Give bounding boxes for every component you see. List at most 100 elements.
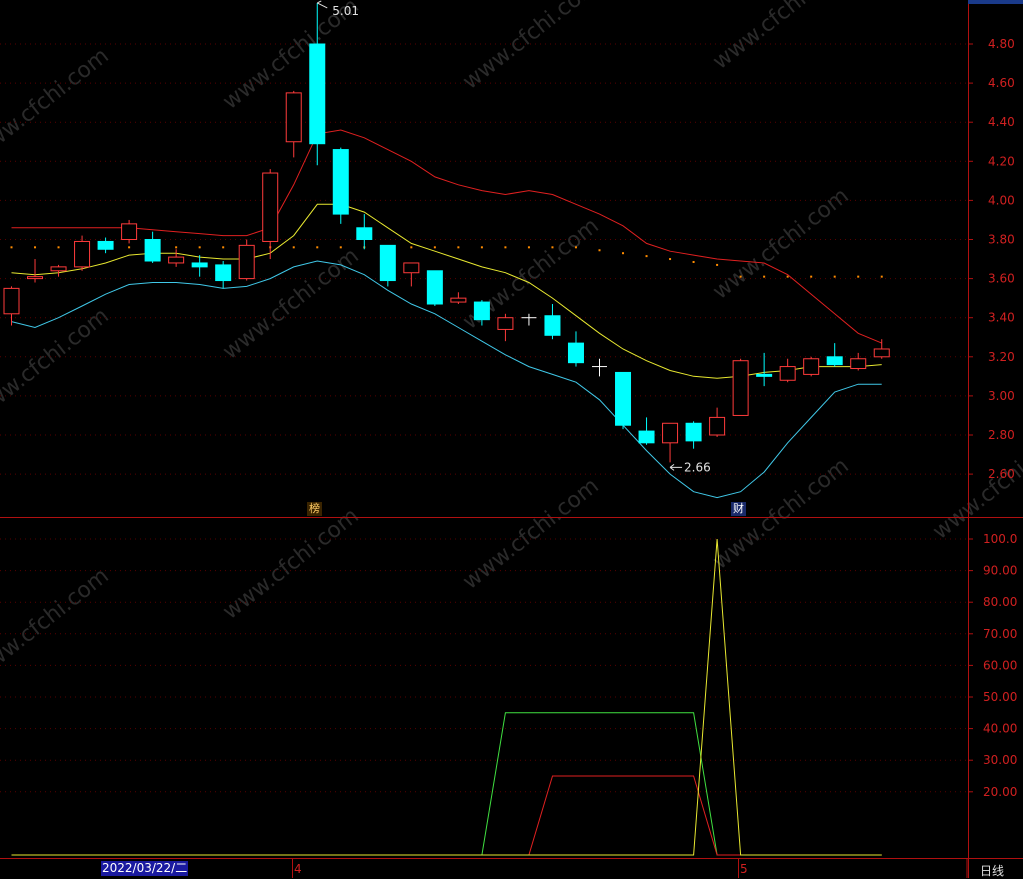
band-line	[11, 129, 882, 344]
candle-body	[215, 264, 232, 282]
y-tick-label: 100.0	[983, 532, 1017, 546]
candle-body	[873, 348, 890, 358]
y-tick-label: 4.00	[988, 193, 1015, 207]
level-dot	[786, 275, 789, 278]
candle	[285, 90, 302, 158]
level-dot	[880, 275, 883, 278]
candle-body	[732, 360, 749, 416]
watermark-layer: www.cfchi.com www.cfchi.com www.cfchi.com w…	[0, 0, 1023, 685]
y-tick-label: 4.20	[988, 154, 1015, 168]
level-dot	[316, 246, 319, 249]
candle	[238, 239, 255, 281]
candle-body	[332, 149, 349, 215]
y-tick-label: 90.00	[983, 564, 1017, 578]
watermark-text: www.cfchi.com	[708, 183, 853, 304]
candle-body	[379, 244, 396, 282]
period-selector[interactable]: 日线	[980, 862, 1004, 879]
level-dot	[857, 275, 860, 278]
candle	[873, 339, 890, 359]
candle	[121, 219, 138, 244]
level-dot	[34, 246, 37, 249]
y-tick-label: 20.00	[983, 785, 1017, 799]
high-marker	[317, 0, 328, 9]
level-dot	[57, 246, 60, 249]
finance-badge[interactable]: 财	[731, 502, 746, 516]
candle	[356, 214, 373, 250]
candle-body	[638, 430, 655, 444]
band-lines	[11, 129, 882, 499]
candle-body	[309, 43, 326, 145]
level-dot	[292, 246, 295, 249]
level-dot	[574, 246, 577, 249]
candle-body	[756, 373, 773, 377]
candle	[685, 421, 702, 449]
candle-body	[3, 287, 20, 315]
axes: 4.80 4.60 4.40 4.20 4.00 3.80 3.60 3.40 3.20 3.00…	[0, 0, 1023, 878]
level-dot	[457, 246, 460, 249]
candle-body	[168, 256, 185, 264]
candle-body	[74, 240, 91, 268]
price-annotations: 5.01 2.66	[317, 0, 711, 474]
candle-body	[803, 358, 820, 375]
candle-body	[285, 92, 302, 143]
candle	[426, 270, 443, 306]
candle	[732, 358, 749, 416]
candle	[826, 343, 843, 367]
low-marker	[669, 463, 683, 471]
board-badge[interactable]: 榜	[307, 502, 322, 516]
level-dot	[433, 246, 436, 249]
candle-body	[850, 358, 867, 370]
candle	[709, 407, 726, 437]
month-label: 5	[740, 862, 748, 876]
candle	[662, 422, 679, 463]
candle-body	[615, 371, 632, 426]
candle	[3, 286, 20, 326]
candle-body	[544, 315, 561, 336]
level-dot	[622, 252, 625, 255]
y-tick-label: 30.00	[983, 753, 1017, 767]
grid-lines	[0, 43, 968, 793]
candle	[403, 262, 420, 287]
candle-body	[826, 356, 843, 366]
candle	[615, 371, 632, 430]
candlesticks	[3, 2, 890, 463]
band-line	[11, 203, 882, 379]
candle	[497, 313, 514, 342]
y-tick-label: 4.60	[988, 76, 1015, 90]
candle	[850, 352, 867, 371]
watermark-text: www.cfchi.com	[218, 503, 363, 624]
level-dot	[716, 263, 719, 266]
candle-body	[403, 262, 420, 274]
level-dot	[527, 246, 530, 249]
y-tick-label: 50.00	[983, 690, 1017, 704]
level-dot	[739, 275, 742, 278]
candle	[144, 231, 161, 263]
y-tick-label: 4.80	[988, 37, 1015, 51]
candle	[262, 169, 279, 260]
candle-body	[238, 244, 255, 280]
candle-body	[709, 416, 726, 436]
level-dot	[833, 275, 836, 278]
high-label: 5.01	[332, 4, 359, 18]
sub-indicator	[11, 538, 882, 856]
candle-body	[356, 227, 373, 241]
month-label: 4	[294, 862, 302, 876]
candle-body	[144, 239, 161, 262]
indicator-line	[11, 712, 882, 856]
watermark-text: www.cfchi.com	[458, 473, 603, 594]
indicator-line	[11, 775, 882, 856]
level-dot	[222, 246, 225, 249]
candle	[567, 331, 584, 367]
level-dot	[645, 255, 648, 258]
y-tick-label: 2.80	[988, 428, 1015, 442]
candle	[544, 304, 561, 340]
candle-body	[497, 317, 514, 330]
level-dot	[669, 258, 672, 261]
candle	[756, 352, 773, 387]
y-tick-label: 80.00	[983, 595, 1017, 609]
candle	[379, 244, 396, 287]
candle-body	[262, 172, 279, 242]
candle	[332, 147, 349, 224]
level-dot	[692, 260, 695, 263]
candle	[74, 235, 91, 271]
